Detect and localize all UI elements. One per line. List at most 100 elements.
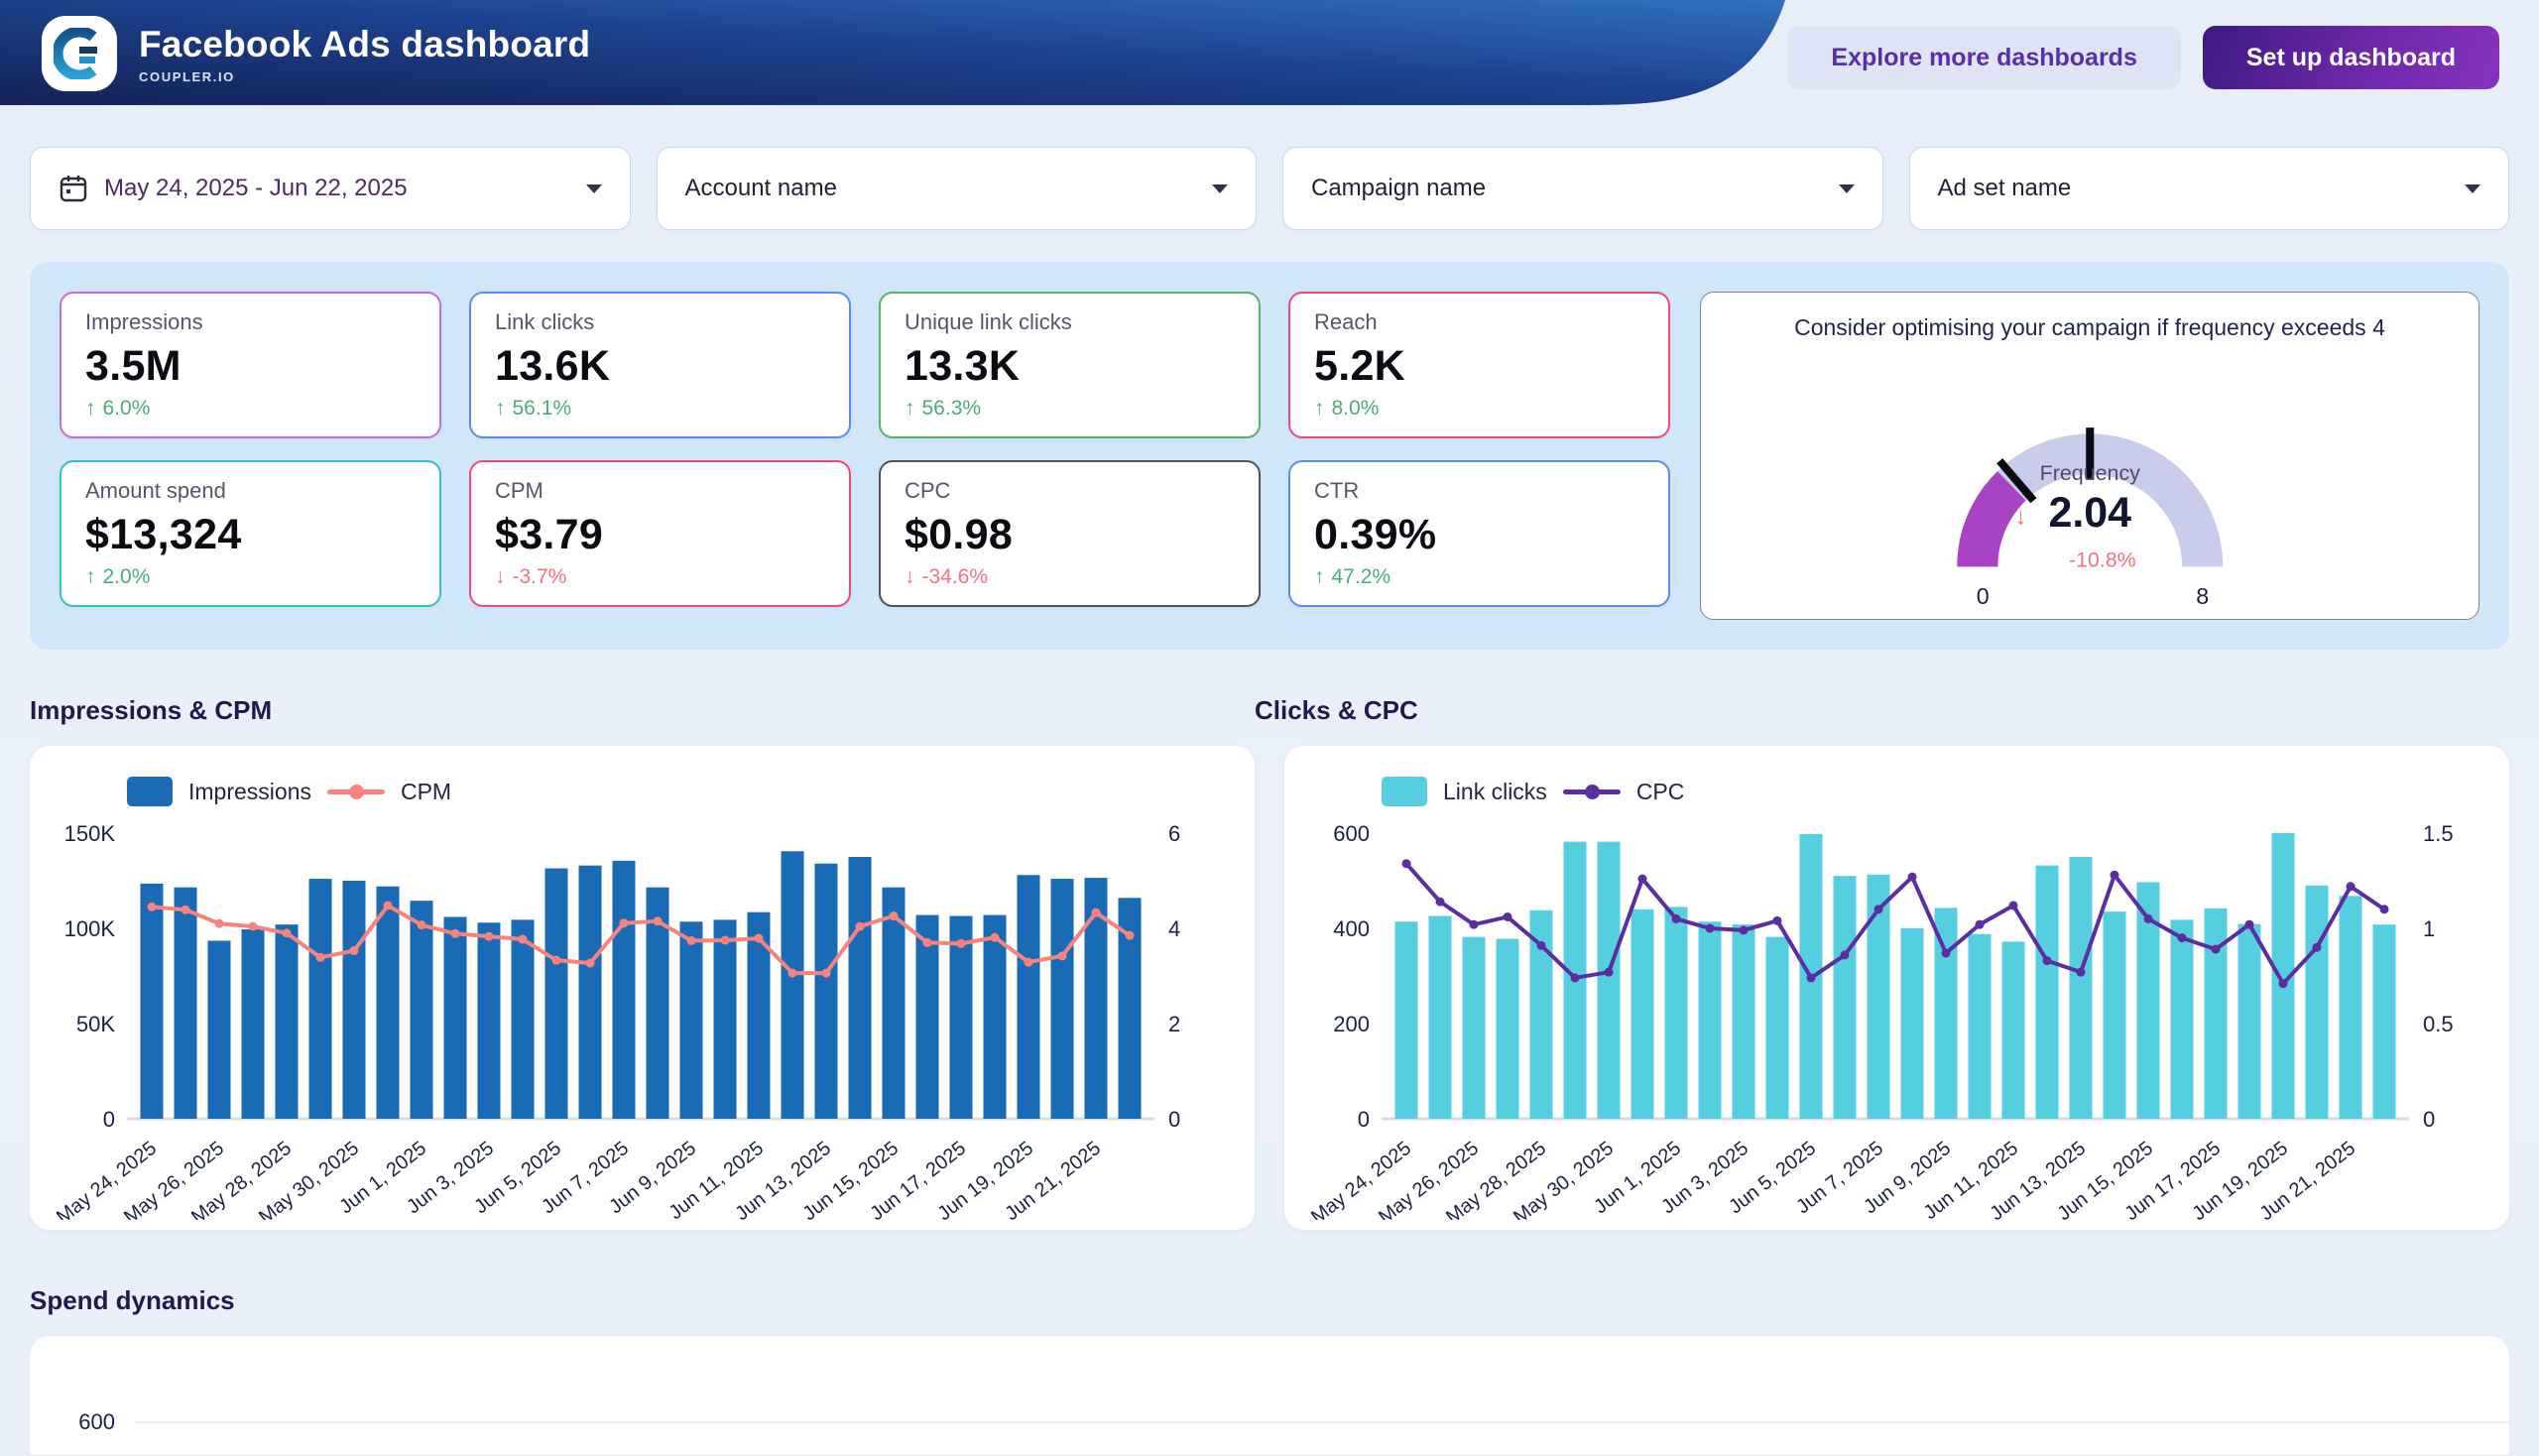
- bar-Jun 1, 2025: [1665, 907, 1688, 1119]
- kpi-card-unique-link-clicks: Unique link clicks 13.3K ↑56.3%: [879, 292, 1261, 438]
- clicks-cpc-chart: 020040060000.511.5May 24, 2025May 26, 20…: [1304, 811, 2489, 1220]
- point-Jun 19, 2025: [2279, 979, 2288, 988]
- kpi-delta: ↑56.3%: [905, 397, 1235, 421]
- svg-text:8: 8: [2196, 583, 2209, 609]
- kpi-card-link-clicks: Link clicks13.6K↑56.1%: [469, 292, 851, 438]
- up-arrow-icon: ↑: [1314, 565, 1325, 589]
- bar-Jun 13, 2025: [2070, 857, 2093, 1119]
- point-Jun 6, 2025: [586, 959, 595, 968]
- point-May 31, 2025: [1638, 875, 1647, 884]
- point-Jun 11, 2025: [2009, 901, 2018, 910]
- svg-text:4: 4: [1168, 916, 1180, 941]
- kpi-card-cpc: CPC$0.98↓-34.6%: [879, 460, 1261, 607]
- point-Jun 10, 2025: [1976, 920, 1985, 929]
- kpi-card-amount-spend: Amount spend $13,324 ↑2.0%: [60, 460, 441, 607]
- point-May 28, 2025: [1537, 941, 1546, 950]
- svg-text:150K: 150K: [64, 821, 116, 846]
- kpi-value: 13.6K: [495, 342, 825, 391]
- kpi-label: Amount spend: [85, 478, 416, 504]
- bar-May 31, 2025: [377, 887, 400, 1119]
- set-up-dashboard-button[interactable]: Set up dashboard: [2203, 26, 2499, 89]
- svg-text:1: 1: [2423, 916, 2435, 941]
- svg-text:0: 0: [2423, 1107, 2435, 1132]
- bar-Jun 20, 2025: [1051, 879, 1074, 1119]
- bar-Jun 6, 2025: [1834, 876, 1857, 1119]
- bar-Jun 14, 2025: [2104, 911, 2126, 1119]
- ad-set-name-filter[interactable]: Ad set name: [1909, 147, 2510, 230]
- impressions-cpm-chart: 050K100K150K0246May 24, 2025May 26, 2025…: [50, 811, 1235, 1220]
- svg-text:0: 0: [1168, 1107, 1180, 1132]
- bar-May 25, 2025: [1429, 916, 1452, 1119]
- bar-Jun 17, 2025: [2205, 909, 2228, 1119]
- point-May 24, 2025: [1402, 859, 1411, 868]
- section-title-impressions-cpm: Impressions & CPM: [30, 695, 1255, 726]
- svg-text:200: 200: [1333, 1012, 1370, 1036]
- bar-Jun 18, 2025: [2238, 924, 2261, 1119]
- gauge-title: Consider optimising your campaign if fre…: [1721, 314, 2459, 341]
- cpc-legend-swatch: [1563, 789, 1621, 794]
- point-Jun 8, 2025: [1908, 873, 1917, 882]
- svg-text:0.5: 0.5: [2423, 1012, 2454, 1036]
- kpi-delta: ↓-34.6%: [905, 565, 1235, 589]
- bar-Jun 6, 2025: [579, 866, 602, 1119]
- svg-text:600: 600: [1333, 821, 1370, 846]
- bar-Jun 11, 2025: [748, 912, 771, 1119]
- point-Jun 16, 2025: [923, 938, 932, 947]
- bar-Jun 11, 2025: [2002, 941, 2025, 1119]
- kpi-delta: ↑2.0%: [85, 565, 416, 589]
- point-May 26, 2025: [215, 919, 224, 928]
- kpi-value: $3.79: [495, 511, 825, 559]
- point-Jun 5, 2025: [1807, 973, 1816, 982]
- bar-Jun 13, 2025: [815, 864, 838, 1119]
- bar-Jun 8, 2025: [1901, 928, 1924, 1119]
- bar-May 31, 2025: [1632, 910, 1654, 1119]
- point-Jun 20, 2025: [2313, 943, 2322, 952]
- point-Jun 18, 2025: [991, 933, 1000, 942]
- kpi-value: 13.3K: [905, 342, 1235, 391]
- kpi-label: Unique link clicks: [905, 309, 1235, 335]
- brand: Facebook Ads dashboard COUPLER.IO: [42, 16, 590, 91]
- campaign-name-filter[interactable]: Campaign name: [1282, 147, 1883, 230]
- section-title-spend-dynamics: Spend dynamics: [30, 1285, 2539, 1316]
- impressions-legend-label: Impressions: [188, 779, 311, 805]
- account-name-filter[interactable]: Account name: [657, 147, 1258, 230]
- section-title-clicks-cpc: Clicks & CPC: [1255, 695, 1418, 726]
- chevron-down-icon: [1839, 184, 1855, 193]
- point-Jun 16, 2025: [2178, 933, 2187, 942]
- svg-text:1.5: 1.5: [2423, 821, 2454, 846]
- point-Jun 21, 2025: [1092, 909, 1101, 917]
- bar-Jun 4, 2025: [1766, 937, 1789, 1119]
- kpi-panel: Impressions3.5M↑6.0%Link clicks13.6K↑56.…: [30, 262, 2509, 650]
- bar-Jun 21, 2025: [2340, 896, 2362, 1119]
- bar-Jun 3, 2025: [478, 922, 501, 1119]
- point-Jun 3, 2025: [1740, 925, 1749, 934]
- point-Jun 9, 2025: [1942, 948, 1951, 957]
- point-Jun 13, 2025: [2077, 968, 2086, 977]
- up-arrow-icon: ↑: [905, 397, 915, 421]
- date-range-filter[interactable]: May 24, 2025 - Jun 22, 2025: [30, 147, 631, 230]
- coupler-logo-icon: [54, 28, 105, 79]
- bar-May 29, 2025: [309, 879, 332, 1119]
- point-Jun 11, 2025: [755, 934, 764, 943]
- kpi-label: CTR: [1314, 478, 1644, 504]
- kpi-value: $13,324: [85, 511, 416, 559]
- cpm-legend-label: CPM: [401, 779, 451, 805]
- point-Jun 19, 2025: [1025, 958, 1033, 967]
- app-header: Facebook Ads dashboard COUPLER.IO Explor…: [0, 0, 2539, 117]
- account-name-value: Account name: [685, 175, 837, 202]
- svg-text:50K: 50K: [76, 1012, 115, 1036]
- point-Jun 1, 2025: [418, 920, 426, 929]
- bar-Jun 1, 2025: [411, 901, 433, 1119]
- point-May 30, 2025: [350, 946, 359, 955]
- spend-dynamics-chart-card: 600: [30, 1336, 2509, 1455]
- chevron-down-icon: [586, 184, 602, 193]
- point-Jun 15, 2025: [2144, 914, 2153, 923]
- bar-May 26, 2025: [208, 940, 231, 1119]
- kpi-value: 3.5M: [85, 342, 416, 391]
- point-Jun 18, 2025: [2245, 920, 2254, 929]
- chevron-down-icon: [1212, 184, 1228, 193]
- explore-more-dashboards-button[interactable]: Explore more dashboards: [1787, 26, 2180, 89]
- point-Jun 12, 2025: [2043, 956, 2052, 965]
- point-May 29, 2025: [1571, 973, 1580, 982]
- point-Jun 14, 2025: [2111, 871, 2119, 880]
